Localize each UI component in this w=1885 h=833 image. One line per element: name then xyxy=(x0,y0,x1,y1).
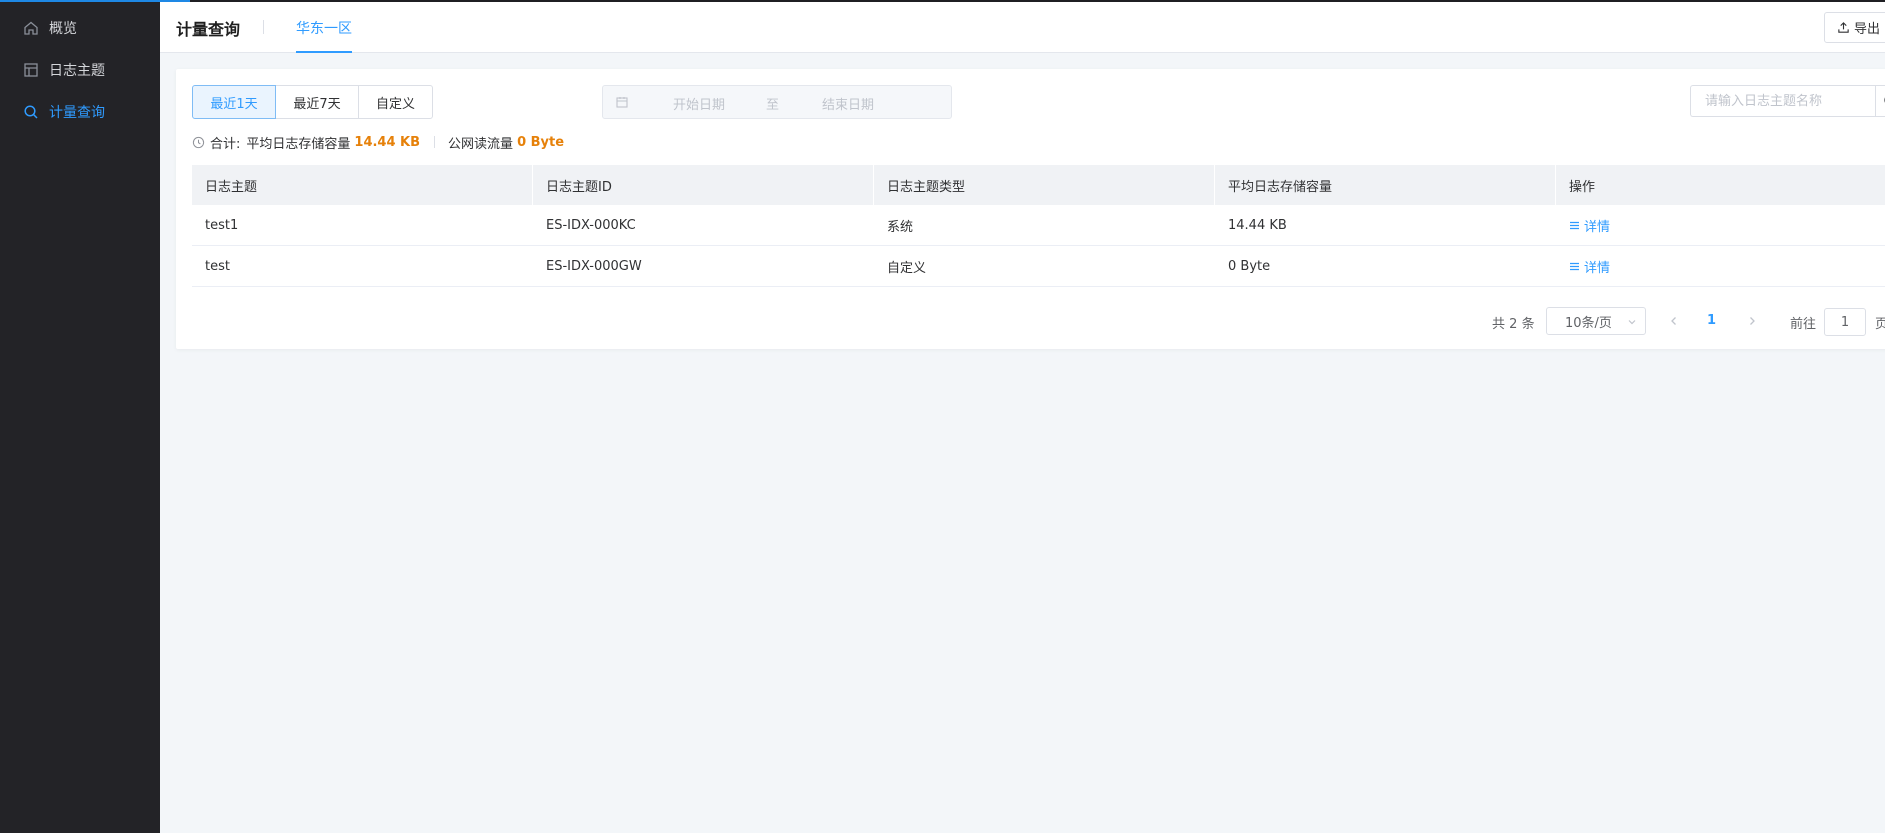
range-last-1-day-button[interactable]: 最近1天 xyxy=(192,85,276,119)
chevron-right-icon xyxy=(1750,317,1755,325)
goto-page-input[interactable] xyxy=(1824,308,1866,336)
summary-storage-value: 14.44 KB xyxy=(354,134,421,150)
chevron-down-icon xyxy=(1628,320,1636,325)
start-date-input[interactable]: 开始日期 xyxy=(669,94,729,113)
list-icon xyxy=(1570,221,1579,229)
summary-traffic-value: 0 Byte xyxy=(517,134,565,150)
time-range-selector: 最近1天 最近7天 自定义 xyxy=(192,85,433,119)
region-tab-label: 华东一区 xyxy=(296,21,352,37)
pagination-total: 共 2 条 xyxy=(1492,313,1535,332)
cell-topic-type: 系统 xyxy=(887,219,914,235)
goto-label: 前往 xyxy=(1790,317,1817,332)
sidebar: 概览 日志主题 计量查询 xyxy=(0,0,160,833)
goto-suffix: 页 xyxy=(1875,317,1885,332)
detail-link-label: 详情 xyxy=(1584,260,1611,276)
tab-region[interactable]: 华东一区 xyxy=(296,18,352,53)
main-area: 计量查询 华东一区 导出 最近1天 最近7天 自定义 开始日期 至 结束日期 请… xyxy=(160,0,1885,833)
table-header-row: 日志主题 日志主题ID 日志主题类型 平均日志存储容量 操作 xyxy=(192,165,1885,205)
list-icon xyxy=(1570,262,1579,270)
summary-traffic-label: 公网读流量 xyxy=(448,136,514,152)
column-header-storage: 平均日志存储容量 xyxy=(1215,165,1556,205)
date-range-picker[interactable]: 开始日期 至 结束日期 xyxy=(602,85,952,119)
detail-link[interactable]: 详情 xyxy=(1569,257,1610,276)
table-row: test1 ES-IDX-000KC 系统 14.44 KB 详情 xyxy=(192,205,1885,246)
sidebar-item-label: 概览 xyxy=(49,21,77,37)
layout-icon xyxy=(22,61,40,79)
search-button[interactable] xyxy=(1875,85,1885,117)
sidebar-item-label: 日志主题 xyxy=(49,63,105,79)
detail-link[interactable]: 详情 xyxy=(1569,216,1610,235)
calendar-icon xyxy=(616,97,628,108)
cell-topic-name: test xyxy=(205,258,230,274)
top-border xyxy=(0,0,1885,2)
cell-storage: 0 Byte xyxy=(1228,258,1271,274)
chevron-left-icon xyxy=(1671,317,1676,325)
export-button[interactable]: 导出 xyxy=(1824,12,1885,43)
sidebar-item-log-topics[interactable]: 日志主题 xyxy=(0,49,160,91)
search-input[interactable] xyxy=(1690,85,1875,117)
summary-divider xyxy=(434,136,436,148)
page-header: 计量查询 华东一区 导出 xyxy=(160,2,1885,53)
total-prefix: 共 xyxy=(1492,317,1506,332)
sidebar-item-metering-query[interactable]: 计量查询 xyxy=(0,91,160,133)
total-count: 2 xyxy=(1509,317,1518,332)
cell-topic-type: 自定义 xyxy=(887,260,927,276)
cell-topic-id: ES-IDX-000KC xyxy=(546,217,636,233)
prev-page-button[interactable] xyxy=(1666,312,1682,330)
cell-actions: 详情 xyxy=(1556,205,1885,245)
clock-icon xyxy=(192,136,205,148)
end-date-input[interactable]: 结束日期 xyxy=(818,94,878,113)
tab-underline xyxy=(296,51,352,53)
usage-summary: 合计: 平均日志存储容量 14.44 KB 公网读流量 0 Byte xyxy=(192,133,565,152)
header-divider xyxy=(263,20,264,34)
cell-topic-name: test1 xyxy=(205,217,239,233)
page-number-1[interactable]: 1 xyxy=(1707,313,1716,328)
cell-storage: 14.44 KB xyxy=(1228,217,1287,233)
page-size-value: 10条/页 xyxy=(1565,315,1612,331)
sidebar-item-label: 计量查询 xyxy=(49,105,105,121)
column-header-topic-id: 日志主题ID xyxy=(533,165,874,205)
column-header-topic-type: 日志主题类型 xyxy=(874,165,1215,205)
sidebar-item-overview[interactable]: 概览 xyxy=(0,7,160,49)
export-label: 导出 xyxy=(1854,22,1881,37)
date-separator: 至 xyxy=(766,98,780,113)
search-icon xyxy=(22,103,40,121)
loading-progress xyxy=(0,0,190,2)
summary-total-label: 合计: xyxy=(210,136,241,152)
summary-storage-label: 平均日志存储容量 xyxy=(246,136,351,152)
usage-table: 日志主题 日志主题ID 日志主题类型 平均日志存储容量 操作 test1 ES-… xyxy=(192,165,1885,287)
total-suffix: 条 xyxy=(1521,317,1535,332)
next-page-button[interactable] xyxy=(1744,312,1760,330)
column-header-topic: 日志主题 xyxy=(192,165,533,205)
detail-link-label: 详情 xyxy=(1584,219,1611,235)
upload-icon xyxy=(1838,22,1849,33)
table-row: test ES-IDX-000GW 自定义 0 Byte 详情 xyxy=(192,246,1885,287)
page-size-select[interactable]: 10条/页 xyxy=(1546,307,1646,335)
column-header-actions: 操作 xyxy=(1556,165,1885,205)
range-custom-button[interactable]: 自定义 xyxy=(358,85,433,119)
cell-actions: 详情 xyxy=(1556,246,1885,286)
pagination: 共 2 条 10条/页 1 前往 页 xyxy=(176,307,1885,337)
topic-search xyxy=(1690,85,1885,117)
home-icon xyxy=(22,19,40,37)
range-last-7-days-button[interactable]: 最近7天 xyxy=(275,85,359,119)
content-card: 最近1天 最近7天 自定义 开始日期 至 结束日期 合计: 平均日志存储容量 1… xyxy=(176,69,1885,349)
page-title: 计量查询 xyxy=(176,20,241,39)
cell-topic-id: ES-IDX-000GW xyxy=(546,258,642,274)
